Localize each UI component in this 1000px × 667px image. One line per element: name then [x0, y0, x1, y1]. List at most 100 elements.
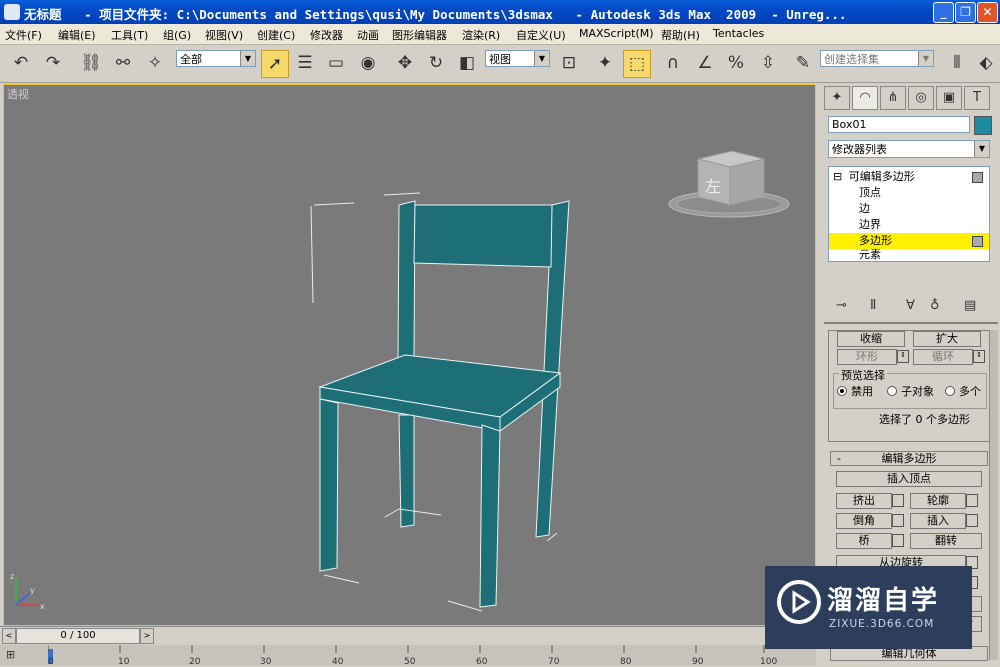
configure-sets-icon[interactable]: ▤: [964, 298, 976, 313]
stack-toggle-icon[interactable]: [972, 236, 983, 247]
ring-button[interactable]: 环形: [837, 349, 897, 365]
restore-button[interactable]: ❐: [955, 2, 976, 23]
preview-multi-radio[interactable]: [945, 386, 955, 396]
track-bar-icon[interactable]: ⊞: [6, 648, 15, 661]
stack-item-border[interactable]: 边界: [829, 217, 989, 233]
flip-button[interactable]: 翻转: [910, 533, 982, 549]
edit-polygons-rollout-header[interactable]: - 编辑多边形: [830, 451, 988, 466]
keyboard-shortcut-override-icon[interactable]: ⬚: [623, 50, 651, 78]
pivot-center-icon[interactable]: ⊡: [556, 50, 582, 76]
bridge-button[interactable]: 桥: [836, 533, 892, 549]
menu-help[interactable]: 帮助(H): [661, 27, 700, 43]
angle-snap-icon[interactable]: ∠: [692, 50, 718, 76]
minimize-button[interactable]: _: [933, 2, 954, 23]
stack-root-editable-poly[interactable]: ⊟ 可编辑多边形: [829, 169, 989, 185]
menu-graph-editors[interactable]: 图形编辑器: [392, 27, 447, 43]
time-slider-thumb[interactable]: 0 / 100: [16, 628, 140, 644]
edit-named-selection-icon[interactable]: ✎: [790, 50, 816, 76]
bridge-settings-icon[interactable]: [892, 534, 904, 547]
window-title: 无标题 - 项目文件夹: C:\Documents and Settings\q…: [24, 7, 847, 22]
redo-icon[interactable]: ↷: [40, 50, 66, 76]
collapse-icon: ⊟: [833, 170, 843, 183]
modifier-list-dropdown[interactable]: 修改器列表 ▼: [828, 140, 990, 158]
loop-spinner-icon[interactable]: ⇕: [973, 350, 985, 363]
snaps-toggle-icon[interactable]: ∩: [660, 50, 686, 76]
reference-coordinate-dropdown[interactable]: 视图 ▼: [485, 50, 550, 67]
menu-maxscript[interactable]: MAXScript(M): [579, 27, 654, 40]
selection-filter-dropdown[interactable]: 全部 ▼: [176, 50, 256, 67]
stack-item-element[interactable]: 元素: [829, 249, 989, 261]
inset-settings-icon[interactable]: [966, 514, 978, 527]
main-toolbar: ↶ ↷ ⛓ ⚯ ✧ 全部 ▼ ➚ ☰ ▭ ◉ ✥ ↻ ◧ 视图 ▼ ⊡ ✦ ⬚ …: [0, 45, 1000, 83]
preview-disabled-radio[interactable]: [837, 386, 847, 396]
close-button[interactable]: ✕: [977, 2, 998, 23]
menu-tentacles[interactable]: Tentacles: [713, 27, 764, 40]
time-prev-icon[interactable]: <: [2, 628, 16, 644]
hierarchy-tab-icon[interactable]: ⋔: [880, 86, 906, 110]
select-and-rotate-icon[interactable]: ↻: [423, 50, 449, 76]
select-and-link-icon[interactable]: ⛓: [78, 50, 104, 76]
pin-stack-icon[interactable]: ⊸: [836, 298, 847, 313]
menu-edit[interactable]: 编辑(E): [58, 27, 96, 43]
align-icon[interactable]: ⬖: [973, 50, 999, 76]
rectangular-selection-icon[interactable]: ▭: [323, 50, 349, 76]
select-by-name-icon[interactable]: ☰: [292, 50, 318, 76]
utilities-tab-icon[interactable]: T: [964, 86, 990, 110]
insert-vertex-button[interactable]: 插入顶点: [836, 471, 982, 487]
bevel-button[interactable]: 倒角: [836, 513, 892, 529]
watermark-title: 溜溜自学: [827, 586, 940, 616]
grow-button[interactable]: 扩大: [913, 331, 981, 347]
menu-views[interactable]: 视图(V): [205, 27, 243, 43]
loop-button[interactable]: 循环: [913, 349, 973, 365]
menu-group[interactable]: 组(G): [163, 27, 191, 43]
divider: [824, 322, 998, 324]
menu-customize[interactable]: 自定义(U): [516, 27, 566, 43]
outline-button[interactable]: 轮廓: [910, 493, 966, 509]
extrude-settings-icon[interactable]: [892, 494, 904, 507]
unlink-icon[interactable]: ⚯: [110, 50, 136, 76]
mirror-icon[interactable]: ⫴: [944, 50, 970, 76]
menu-file[interactable]: 文件(F): [5, 27, 42, 43]
time-slider[interactable]: < 0 / 100 >: [0, 626, 816, 645]
menu-modifiers[interactable]: 修改器: [310, 27, 343, 43]
stack-item-edge[interactable]: 边: [829, 201, 989, 217]
window-crossing-icon[interactable]: ◉: [355, 50, 381, 76]
display-tab-icon[interactable]: ▣: [936, 86, 962, 110]
menu-tools[interactable]: 工具(T): [111, 27, 148, 43]
percent-snap-icon[interactable]: %: [723, 50, 749, 76]
menu-animation[interactable]: 动画: [357, 27, 379, 43]
menu-rendering[interactable]: 渲染(R): [462, 27, 500, 43]
stack-item-vertex[interactable]: 顶点: [829, 185, 989, 201]
object-name-field[interactable]: Box01: [828, 116, 970, 133]
stack-item-polygon[interactable]: 多边形: [829, 233, 989, 249]
outline-settings-icon[interactable]: [966, 494, 978, 507]
track-bar[interactable]: ⊞ 0 10 20 30 40 50 60 70 80 90 100: [0, 645, 816, 667]
make-unique-icon[interactable]: ∀: [906, 298, 915, 313]
panel-scrollbar[interactable]: [989, 330, 998, 660]
spinner-snap-icon[interactable]: ⇳: [755, 50, 781, 76]
chair-model[interactable]: [4, 85, 815, 625]
manipulate-icon[interactable]: ✦: [592, 50, 618, 76]
select-object-icon[interactable]: ➚: [261, 50, 289, 78]
create-tab-icon[interactable]: ✦: [824, 86, 850, 110]
stack-toggle-icon[interactable]: [972, 172, 983, 183]
bind-space-warp-icon[interactable]: ✧: [142, 50, 168, 76]
named-selection-dropdown[interactable]: 创建选择集 ▼: [820, 50, 934, 67]
time-next-icon[interactable]: >: [140, 628, 154, 644]
undo-icon[interactable]: ↶: [8, 50, 34, 76]
select-and-scale-icon[interactable]: ◧: [454, 50, 480, 76]
remove-modifier-icon[interactable]: ♁: [930, 298, 940, 313]
menu-create[interactable]: 创建(C): [257, 27, 295, 43]
ring-spinner-icon[interactable]: ⇕: [897, 350, 909, 363]
motion-tab-icon[interactable]: ◎: [908, 86, 934, 110]
preview-subobject-radio[interactable]: [887, 386, 897, 396]
extrude-button[interactable]: 挤出: [836, 493, 892, 509]
shrink-button[interactable]: 收缩: [837, 331, 905, 347]
bevel-settings-icon[interactable]: [892, 514, 904, 527]
show-end-result-icon[interactable]: Ⅱ: [870, 298, 876, 313]
modify-tab-icon[interactable]: ◠: [852, 86, 878, 110]
inset-button[interactable]: 插入: [910, 513, 966, 529]
select-and-move-icon[interactable]: ✥: [392, 50, 418, 76]
perspective-viewport[interactable]: 透视 左 z x y: [3, 84, 816, 626]
object-color-swatch[interactable]: [974, 116, 992, 135]
